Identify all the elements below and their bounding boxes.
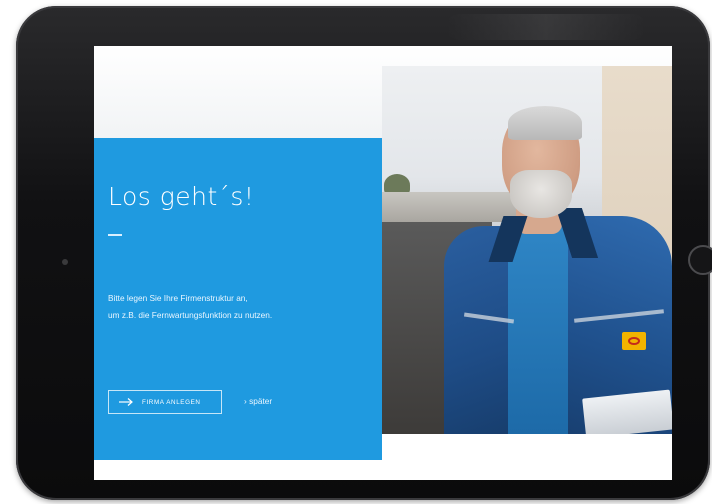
home-button-icon[interactable]	[688, 245, 712, 275]
page-title: Los geht´s!	[108, 182, 255, 211]
worker-figure	[424, 66, 672, 434]
tablet-screen: Los geht´s! Bitte legen Sie Ihre Firmens…	[94, 46, 672, 480]
camera-icon	[62, 259, 68, 265]
intro-text: Bitte legen Sie Ihre Firmenstruktur an, …	[108, 290, 368, 324]
company-logo-patch	[622, 332, 646, 350]
create-company-button[interactable]: FIRMA ANLEGEN	[108, 390, 222, 414]
tablet-device: Los geht´s! Bitte legen Sie Ihre Firmens…	[16, 6, 712, 500]
create-company-label: FIRMA ANLEGEN	[142, 398, 201, 406]
onboarding-panel: Los geht´s! Bitte legen Sie Ihre Firmens…	[94, 138, 382, 460]
hero-photo	[382, 66, 672, 434]
later-link[interactable]: › später	[244, 396, 272, 406]
arrow-right-icon	[118, 397, 134, 407]
title-divider	[108, 234, 122, 236]
bezel-reflection	[446, 14, 646, 40]
intro-line-2: um z.B. die Fernwartungsfunktion zu nutz…	[108, 310, 273, 320]
intro-line-1: Bitte legen Sie Ihre Firmenstruktur an,	[108, 293, 248, 303]
